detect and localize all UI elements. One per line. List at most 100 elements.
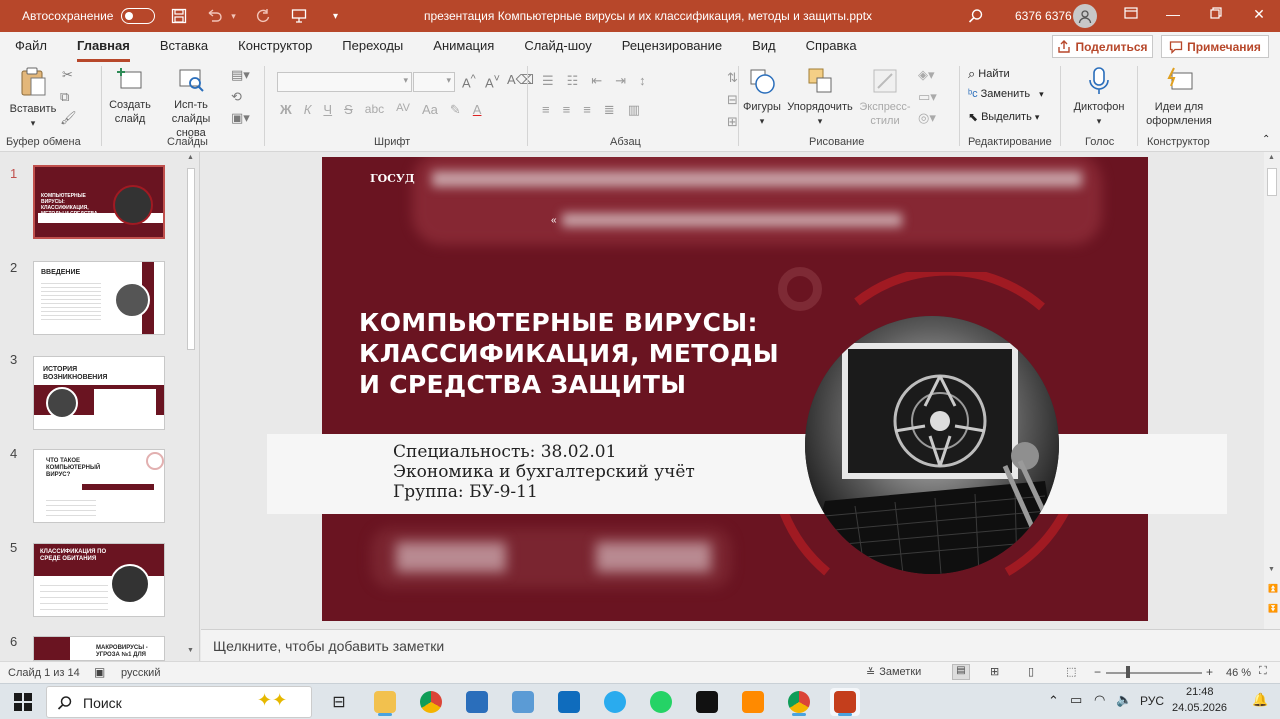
- outlook-icon[interactable]: [554, 688, 584, 716]
- thumbnail-slide-5[interactable]: КЛАССИФИКАЦИЯ ПО СРЕДЕ ОБИТАНИЯ: [33, 543, 165, 617]
- font-color-icon[interactable]: A: [473, 102, 482, 118]
- font-family-select[interactable]: ▾: [277, 72, 412, 92]
- minimize-icon[interactable]: —: [1163, 6, 1183, 26]
- align-text-icon[interactable]: ⊟: [727, 92, 738, 108]
- scroll-up-icon[interactable]: ▲: [1268, 154, 1275, 161]
- replace-button[interactable]: ᵇc Заменить ▾: [968, 88, 1044, 100]
- justify-icon[interactable]: ≣: [604, 102, 615, 118]
- tab-design[interactable]: Конструктор: [238, 32, 312, 62]
- format-painter-icon[interactable]: 🖌: [60, 110, 77, 126]
- reading-view-icon[interactable]: ▯: [1028, 665, 1034, 678]
- undo-icon[interactable]: [203, 4, 227, 28]
- comments-button[interactable]: Примечания: [1161, 35, 1269, 58]
- slide-sorter-icon[interactable]: ⊞: [990, 665, 999, 678]
- strikethrough-button[interactable]: S: [344, 102, 353, 118]
- sublime-icon[interactable]: [738, 688, 768, 716]
- previous-slide-icon[interactable]: ⏫: [1268, 584, 1278, 593]
- fit-slide-icon[interactable]: ⛶: [1259, 665, 1267, 678]
- bullets-icon[interactable]: ☰: [542, 73, 554, 89]
- user-name[interactable]: 6376 6376: [1015, 9, 1072, 23]
- slideshow-view-icon[interactable]: ⬚: [1066, 665, 1076, 678]
- notes-toggle-button[interactable]: ≚ Заметки: [866, 666, 921, 679]
- shrink-font-icon[interactable]: A˅: [485, 73, 500, 90]
- smartart-icon[interactable]: ⊞: [727, 114, 738, 130]
- language-indicator[interactable]: РУС: [1140, 694, 1164, 708]
- grow-font-icon[interactable]: A^: [462, 73, 476, 90]
- show-hidden-icons[interactable]: ⌃: [1048, 693, 1059, 709]
- remote-icon[interactable]: [508, 688, 538, 716]
- thumbnail-scrollbar[interactable]: ▲ ▼: [184, 152, 198, 661]
- taskbar-search-box[interactable]: Поиск ✦✦: [46, 686, 312, 718]
- tab-home[interactable]: Главная: [76, 32, 130, 62]
- tab-view[interactable]: Вид: [752, 32, 776, 62]
- maximize-icon[interactable]: [1206, 6, 1226, 26]
- search-icon[interactable]: [968, 8, 984, 27]
- columns-icon[interactable]: ▥: [628, 102, 640, 118]
- paste-button[interactable]: Вставить ▾: [6, 66, 60, 130]
- autosave-toggle[interactable]: [121, 8, 156, 24]
- design-ideas-button[interactable]: Идеи для оформления: [1142, 66, 1216, 128]
- select-button[interactable]: ⬉ Выделить ▾: [968, 110, 1039, 124]
- customize-toolbar-icon[interactable]: ▾: [323, 4, 347, 28]
- shape-outline-icon[interactable]: ▭▾: [918, 89, 937, 105]
- thumbnail-slide-2[interactable]: ВВЕДЕНИЕ: [33, 261, 165, 335]
- arrange-button[interactable]: Упорядочить ▾: [786, 66, 854, 128]
- font-size-select[interactable]: ▾: [413, 72, 455, 92]
- thumbnail-slide-6[interactable]: МАКРОВИРУСЫ - УГРОЗА №1 ДЛЯ: [33, 636, 165, 661]
- scroll-down-icon[interactable]: ▼: [187, 647, 194, 654]
- increase-indent-icon[interactable]: ⇥: [615, 73, 626, 89]
- tab-transitions[interactable]: Переходы: [342, 32, 403, 62]
- undo-dropdown-icon[interactable]: ▾: [227, 4, 239, 28]
- notification-bell-icon[interactable]: 🔔: [1252, 692, 1268, 708]
- whatsapp-icon[interactable]: [646, 688, 676, 716]
- zoom-in-icon[interactable]: +: [1206, 665, 1213, 679]
- share-button[interactable]: Поделиться: [1052, 35, 1153, 58]
- volume-icon[interactable]: 🔈: [1116, 692, 1132, 708]
- next-slide-icon[interactable]: ⏬: [1268, 604, 1278, 613]
- cut-icon[interactable]: ✂: [62, 67, 73, 83]
- battery-icon[interactable]: ▭: [1070, 692, 1082, 708]
- task-view-icon[interactable]: ⊟: [324, 688, 354, 716]
- notes-pane[interactable]: Щелкните, чтобы добавить заметки: [201, 629, 1280, 661]
- notion-icon[interactable]: [692, 688, 722, 716]
- slide-scroll-thumb[interactable]: [1267, 168, 1277, 196]
- tab-file[interactable]: Файл: [15, 32, 47, 62]
- tab-animations[interactable]: Анимация: [433, 32, 494, 62]
- layout-icon[interactable]: ▤▾: [231, 67, 250, 83]
- reset-icon[interactable]: ⟲: [231, 89, 242, 105]
- close-icon[interactable]: ✕: [1249, 6, 1269, 26]
- avatar[interactable]: [1073, 4, 1097, 28]
- quick-styles-button[interactable]: Экспресс-стили: [856, 66, 914, 128]
- tab-insert[interactable]: Вставка: [160, 32, 208, 62]
- scroll-down-icon[interactable]: ▼: [1268, 566, 1275, 573]
- tab-review[interactable]: Рецензирование: [622, 32, 722, 62]
- dictate-button[interactable]: Диктофон ▾: [1070, 66, 1128, 128]
- align-center-icon[interactable]: ≡: [563, 102, 571, 118]
- slide-scrollbar[interactable]: ▲ ▼ ⏫ ⏬: [1264, 152, 1280, 629]
- thumbnail-slide-4[interactable]: ЧТО ТАКОЕ КОМПЬЮТЕРНЫЙ ВИРУС?: [33, 449, 165, 523]
- thumbnail-scroll-thumb[interactable]: [187, 168, 195, 350]
- copy-icon[interactable]: ⧉: [60, 89, 69, 105]
- shadow-button[interactable]: abc: [365, 102, 384, 118]
- thumbnail-slide-3[interactable]: ИСТОРИЯ ВОЗНИКНОВЕНИЯ: [33, 356, 165, 430]
- highlight-icon[interactable]: ✎: [450, 102, 461, 118]
- clock-date[interactable]: 24.05.2026: [1172, 702, 1227, 714]
- shape-effects-icon[interactable]: ◎▾: [918, 110, 936, 126]
- redo-icon[interactable]: [251, 4, 275, 28]
- clock-time[interactable]: 21:48: [1186, 686, 1214, 698]
- normal-view-icon[interactable]: ▤: [952, 664, 970, 680]
- numbering-icon[interactable]: ☷: [567, 73, 579, 89]
- char-spacing-button[interactable]: AV: [396, 102, 410, 118]
- zoom-out-icon[interactable]: −: [1094, 665, 1101, 679]
- text-direction-icon[interactable]: ⇅: [727, 70, 738, 86]
- file-explorer-icon[interactable]: [370, 688, 400, 716]
- line-spacing-icon[interactable]: ↕: [639, 73, 646, 89]
- tab-slideshow[interactable]: Слайд-шоу: [524, 32, 591, 62]
- powerpoint-icon[interactable]: [830, 688, 860, 716]
- spellcheck-icon[interactable]: ▣: [94, 665, 105, 679]
- shapes-button[interactable]: Фигуры ▾: [740, 66, 784, 128]
- zoom-slider-thumb[interactable]: [1126, 666, 1130, 678]
- shape-fill-icon[interactable]: ◈▾: [918, 67, 935, 83]
- chrome-profile-icon[interactable]: [784, 688, 814, 716]
- clear-format-icon[interactable]: A⌫: [507, 72, 534, 88]
